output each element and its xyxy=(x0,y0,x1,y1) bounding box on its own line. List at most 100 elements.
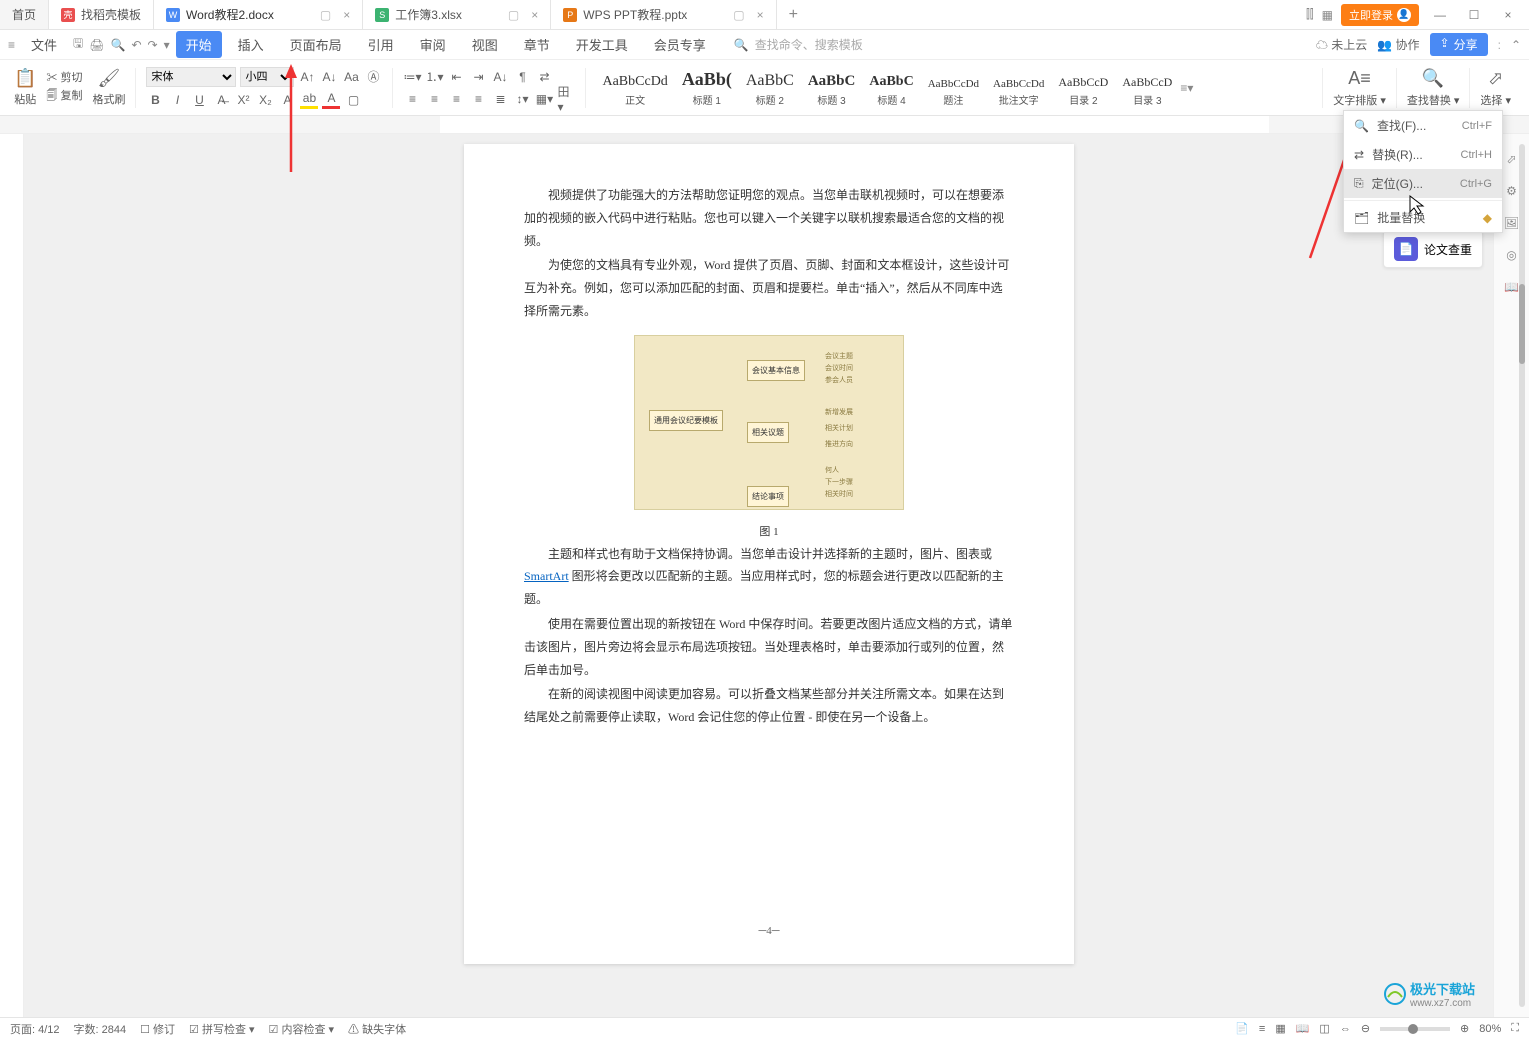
tab-close-icon[interactable]: × xyxy=(343,8,350,22)
align-left-button[interactable]: ≡ xyxy=(403,90,421,108)
layout-switcher-icon[interactable]: ⫿⫿ xyxy=(1306,7,1314,22)
copy-button[interactable]: 🗐 复制 xyxy=(46,87,82,106)
zoom-out-button[interactable]: ⊖ xyxy=(1361,1022,1370,1035)
collapse-ribbon-icon[interactable]: ⌃ xyxy=(1511,38,1521,52)
apps-icon[interactable]: ▦ xyxy=(1322,8,1333,22)
select-button[interactable]: ⬀ 选择 ▾ xyxy=(1469,68,1521,108)
change-case-icon[interactable]: Aa xyxy=(342,68,360,86)
find-replace-button[interactable]: 🔍 查找替换 ▾ xyxy=(1396,68,1470,108)
window-close-button[interactable]: × xyxy=(1495,8,1521,22)
document-tab-excel[interactable]: S 工作簿3.xlsx ▢ × xyxy=(363,0,551,29)
underline-button[interactable]: U xyxy=(190,91,208,109)
style-toc2[interactable]: AaBbCcD目录 2 xyxy=(1052,73,1114,109)
superscript-button[interactable]: X² xyxy=(234,91,252,109)
template-tab[interactable]: 壳 找稻壳模板 xyxy=(49,0,154,29)
align-center-button[interactable]: ≡ xyxy=(425,90,443,108)
align-right-button[interactable]: ≡ xyxy=(447,90,465,108)
cut-button[interactable]: ✂ 剪切 xyxy=(46,69,82,85)
word-count[interactable]: 字数: 2844 xyxy=(74,1021,127,1037)
format-painter-button[interactable]: 🖌 格式刷 xyxy=(86,68,131,107)
fit-width-icon[interactable]: ⇔ xyxy=(1340,1023,1351,1035)
tab-page-layout[interactable]: 页面布局 xyxy=(280,31,352,58)
document-tab-word[interactable]: W Word教程2.docx ▢ × xyxy=(154,0,363,29)
command-search[interactable]: 🔍 查找命令、搜索模板 xyxy=(734,36,863,53)
char-border-button[interactable]: ▢ xyxy=(344,91,362,109)
view-print-icon[interactable]: ◫ xyxy=(1319,1022,1329,1035)
style-heading2[interactable]: AaBbC标题 2 xyxy=(740,70,800,109)
tab-start[interactable]: 开始 xyxy=(176,31,222,58)
zoom-slider[interactable] xyxy=(1380,1027,1450,1031)
tab-pin-icon[interactable]: ▢ xyxy=(320,8,331,22)
shading-button[interactable]: ▦▾ xyxy=(535,90,553,108)
border-button[interactable]: 田▾ xyxy=(557,90,575,108)
book-icon[interactable]: 📖 xyxy=(1504,280,1519,294)
view-page-icon[interactable]: 📄 xyxy=(1235,1022,1249,1035)
menu-replace[interactable]: ⇄替换(R)... Ctrl+H xyxy=(1344,140,1502,169)
pointer-tool-icon[interactable]: ⬀ xyxy=(1506,152,1516,166)
style-more-icon[interactable]: ≡▾ xyxy=(1180,81,1193,95)
scrollbar-thumb[interactable] xyxy=(1519,284,1525,364)
numbering-button[interactable]: ⒈▾ xyxy=(425,68,443,86)
tab-section[interactable]: 章节 xyxy=(514,31,560,58)
font-name-select[interactable]: 宋体 xyxy=(146,67,236,87)
decrease-font-icon[interactable]: A↓ xyxy=(320,68,338,86)
zoom-in-button[interactable]: ⊕ xyxy=(1460,1022,1469,1035)
style-heading1[interactable]: AaBb(标题 1 xyxy=(676,67,738,109)
target-icon[interactable]: ◎ xyxy=(1506,248,1516,262)
undo-icon[interactable]: ↶ xyxy=(131,38,141,52)
style-caption[interactable]: AaBbCcDd题注 xyxy=(922,76,985,109)
italic-button[interactable]: I xyxy=(168,91,186,109)
embedded-diagram[interactable]: 通用会议纪要模板 会议基本信息 相关议题 结论事项 会议主题 会议时间 参会人员… xyxy=(634,335,904,510)
zoom-value[interactable]: 80% xyxy=(1479,1023,1501,1035)
print-icon[interactable]: 🖨︎ xyxy=(89,38,104,52)
smartart-link[interactable]: SmartArt xyxy=(524,569,569,583)
redo-icon[interactable]: ↷ xyxy=(148,38,158,52)
paste-group[interactable]: 📋 粘贴 xyxy=(8,68,42,107)
style-heading3[interactable]: AaBbC标题 3 xyxy=(802,71,862,109)
tab-references[interactable]: 引用 xyxy=(358,31,404,58)
tab-close-icon[interactable]: × xyxy=(531,8,538,22)
share-button[interactable]: ⇪分享 xyxy=(1430,33,1488,56)
tab-view[interactable]: 视图 xyxy=(462,31,508,58)
tab-review[interactable]: 审阅 xyxy=(410,31,456,58)
tab-pin-icon[interactable]: ▢ xyxy=(508,8,519,22)
minimize-button[interactable]: — xyxy=(1427,8,1453,22)
font-size-select[interactable]: 小四 xyxy=(240,67,294,87)
fullscreen-icon[interactable]: ⛶ xyxy=(1511,1022,1519,1035)
content-check-toggle[interactable]: ☑ 内容检查 ▾ xyxy=(269,1021,335,1037)
font-color-button[interactable]: A xyxy=(322,91,340,109)
tab-insert[interactable]: 插入 xyxy=(228,31,274,58)
style-comment[interactable]: AaBbCcDd批注文字 xyxy=(987,76,1050,109)
save-icon[interactable]: 🖫︎ xyxy=(73,34,83,55)
collaborate-button[interactable]: 👥 协作 xyxy=(1377,36,1419,53)
horizontal-ruler[interactable] xyxy=(0,116,1529,134)
increase-indent-button[interactable]: ⇥ xyxy=(469,68,487,86)
page-indicator[interactable]: 页面: 4/12 xyxy=(10,1021,60,1037)
decrease-indent-button[interactable]: ⇤ xyxy=(447,68,465,86)
strikethrough-button[interactable]: A̶ xyxy=(212,91,230,109)
vertical-ruler[interactable] xyxy=(0,134,24,1017)
clear-format-icon[interactable]: Ⓐ xyxy=(364,68,382,86)
tab-member[interactable]: 会员专享 xyxy=(644,31,716,58)
menu-icon[interactable]: ≡ xyxy=(8,38,15,52)
style-toc3[interactable]: AaBbCcD目录 3 xyxy=(1116,73,1178,109)
style-gallery[interactable]: AaBbCcDd正文 AaBb(标题 1 AaBbC标题 2 AaBbC标题 3… xyxy=(596,67,1193,109)
cloud-status[interactable]: ☁ 未上云 xyxy=(1316,36,1367,53)
distribute-button[interactable]: ≣ xyxy=(491,90,509,108)
view-web-icon[interactable]: ▦ xyxy=(1275,1022,1285,1035)
revision-toggle[interactable]: ☐ 修订 xyxy=(140,1021,175,1037)
menu-find[interactable]: 🔍查找(F)... Ctrl+F xyxy=(1344,111,1502,140)
new-tab-button[interactable]: + xyxy=(777,0,810,29)
tab-pin-icon[interactable]: ▢ xyxy=(733,8,744,22)
settings-slider-icon[interactable]: ⚙ xyxy=(1506,184,1517,198)
scrollbar[interactable] xyxy=(1519,144,1525,1007)
bold-button[interactable]: B xyxy=(146,91,164,109)
style-heading4[interactable]: AaBbC标题 4 xyxy=(863,72,919,109)
bullets-button[interactable]: ≔▾ xyxy=(403,68,421,86)
maximize-button[interactable]: ☐ xyxy=(1461,8,1487,22)
login-button[interactable]: 立即登录 👤 xyxy=(1341,4,1419,26)
document-canvas[interactable]: 视频提供了功能强大的方法帮助您证明您的观点。当您单击联机视频时，可以在想要添加的… xyxy=(24,134,1493,1017)
text-layout-button[interactable]: A≡ 文字排版 ▾ xyxy=(1322,68,1396,108)
missing-fonts[interactable]: ⚠ 缺失字体 xyxy=(348,1021,406,1037)
preview-icon[interactable]: 🔍 xyxy=(111,38,126,52)
